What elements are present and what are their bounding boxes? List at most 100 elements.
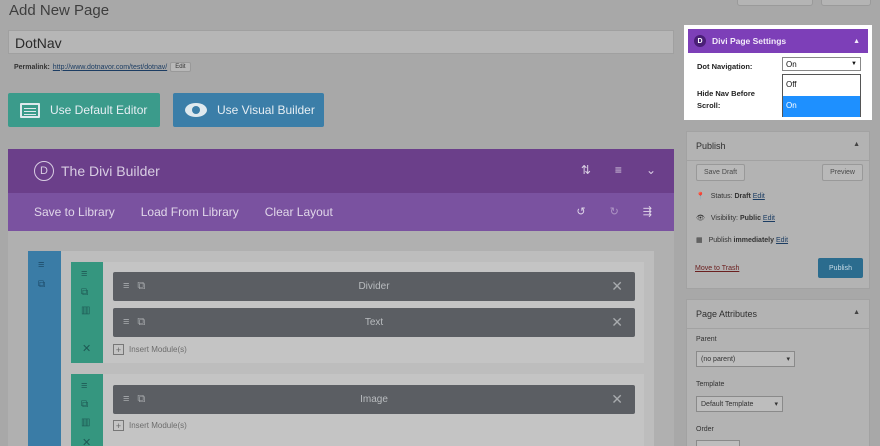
module-menu-icon[interactable]: ≡ xyxy=(123,393,129,406)
section-handle[interactable]: ≡ ⧉ xyxy=(28,251,61,446)
module-close-icon[interactable]: ✕ xyxy=(611,391,623,408)
status-line: 📍 Status: Draft Edit xyxy=(696,192,765,201)
option-off[interactable]: Off xyxy=(783,75,860,96)
title-input[interactable]: DotNav xyxy=(8,30,674,54)
visibility-value: Public xyxy=(739,214,761,222)
caret-up-icon[interactable]: ▲ xyxy=(853,309,860,319)
module-image[interactable]: ≡ ⧉ Image ✕ xyxy=(113,385,635,414)
parent-select[interactable]: (no parent) ▾ xyxy=(696,351,795,367)
default-editor-label: Use Default Editor xyxy=(50,103,148,117)
row-close-icon[interactable]: ✕ xyxy=(82,436,91,446)
status-edit-link[interactable]: Edit xyxy=(753,193,765,200)
module-close-icon[interactable]: ✕ xyxy=(611,314,623,331)
status-label: Status: xyxy=(710,192,733,200)
default-editor-button[interactable]: Use Default Editor xyxy=(8,93,160,127)
template-label: Template xyxy=(696,381,725,388)
row-columns-icon[interactable]: ▥ xyxy=(81,305,90,316)
redo-icon[interactable]: ↻ xyxy=(610,205,619,218)
row-close-icon[interactable]: ✕ xyxy=(82,342,91,355)
insert-module-label: Insert Module(s) xyxy=(129,421,187,430)
screen-options-button[interactable] xyxy=(737,0,813,6)
schedule-line: ▦ Publish immediately Edit xyxy=(696,236,788,245)
divi-page-settings: D Divi Page Settings ▲ Dot Navigation: O… xyxy=(684,25,872,120)
section-menu-icon[interactable]: ≡ xyxy=(38,259,44,271)
insert-module-button[interactable]: + Insert Module(s) xyxy=(113,344,187,355)
page-title: Add New Page xyxy=(9,2,110,19)
row-handle[interactable]: ≡ ⧉ ▥ ✕ xyxy=(71,262,103,363)
order-input[interactable] xyxy=(696,440,740,446)
publish-title: Publish xyxy=(696,141,726,151)
save-to-library-button[interactable]: Save to Library xyxy=(34,205,115,219)
eye-icon xyxy=(185,103,207,117)
visibility-label: Visibility: xyxy=(710,214,738,222)
help-button[interactable] xyxy=(821,0,871,6)
status-value: Draft xyxy=(734,192,751,200)
dot-navigation-value: On xyxy=(786,59,797,69)
undo-icon[interactable]: ↺ xyxy=(576,205,585,218)
calendar-icon: ▦ xyxy=(696,237,703,244)
chevron-down-icon[interactable]: ⌄ xyxy=(646,163,656,177)
eye-icon: 👁 xyxy=(696,215,705,222)
divi-settings-title: Divi Page Settings xyxy=(712,36,787,46)
builder-toolbar: Save to Library Load From Library Clear … xyxy=(8,193,674,231)
visibility-edit-link[interactable]: Edit xyxy=(763,215,775,222)
dropdown-arrow-icon: ▾ xyxy=(786,356,790,363)
visual-builder-button[interactable]: Use Visual Builder xyxy=(173,93,324,127)
permalink-link[interactable]: http://www.dotnavor.com/test/dotnav/ xyxy=(53,64,167,71)
module-text[interactable]: ≡ ⧉ Text ✕ xyxy=(113,308,635,337)
divi-logo-icon: D xyxy=(34,161,54,181)
module-duplicate-icon[interactable]: ⧉ xyxy=(137,393,145,406)
menu-icon[interactable]: ≡ xyxy=(615,163,622,177)
row-columns-icon[interactable]: ▥ xyxy=(81,417,90,428)
divi-logo-icon: D xyxy=(694,35,706,47)
template-select[interactable]: Default Template ▾ xyxy=(696,396,783,412)
insert-module-label: Insert Module(s) xyxy=(129,345,187,354)
section-duplicate-icon[interactable]: ⧉ xyxy=(38,279,45,290)
template-value: Default Template xyxy=(701,400,754,408)
module-duplicate-icon[interactable]: ⧉ xyxy=(137,316,145,329)
history-icon[interactable]: ⇶ xyxy=(643,205,652,218)
publish-button[interactable]: Publish xyxy=(818,258,863,278)
row-duplicate-icon[interactable]: ⧉ xyxy=(81,399,88,410)
publish-value: immediately xyxy=(733,236,775,244)
permalink-label: Permalink: xyxy=(14,63,50,71)
sort-arrows-icon[interactable]: ⇅ xyxy=(581,163,591,177)
module-menu-icon[interactable]: ≡ xyxy=(123,316,129,329)
clear-layout-button[interactable]: Clear Layout xyxy=(265,205,333,219)
load-from-library-button[interactable]: Load From Library xyxy=(141,205,239,219)
visual-builder-label: Use Visual Builder xyxy=(217,103,315,117)
caret-up-icon[interactable]: ▲ xyxy=(853,38,860,45)
dropdown-arrow-icon: ▾ xyxy=(774,401,778,408)
save-draft-button[interactable]: Save Draft xyxy=(696,164,746,181)
module-duplicate-icon[interactable]: ⧉ xyxy=(137,280,145,293)
builder-title: The Divi Builder xyxy=(61,163,160,179)
page-attributes-panel: Page Attributes ▲ Parent (no parent) ▾ T… xyxy=(686,299,870,446)
move-to-trash-link[interactable]: Move to Trash xyxy=(695,265,739,272)
dot-navigation-options: Off On xyxy=(782,74,861,117)
divi-settings-header[interactable]: D Divi Page Settings ▲ xyxy=(688,29,868,53)
row-menu-icon[interactable]: ≡ xyxy=(81,380,87,392)
permalink: Permalink: http://www.dotnavor.com/test/… xyxy=(14,62,191,72)
row-duplicate-icon[interactable]: ⧉ xyxy=(81,287,88,298)
attributes-title: Page Attributes xyxy=(696,309,758,319)
hide-nav-label: Hide Nav Before xyxy=(697,89,755,98)
row-menu-icon[interactable]: ≡ xyxy=(81,268,87,280)
parent-value: (no parent) xyxy=(701,355,736,363)
insert-module-button[interactable]: + Insert Module(s) xyxy=(113,420,187,431)
parent-label: Parent xyxy=(696,336,717,343)
permalink-edit-button[interactable]: Edit xyxy=(170,62,191,72)
preview-button[interactable]: Preview xyxy=(822,164,863,181)
caret-up-icon[interactable]: ▲ xyxy=(853,141,860,151)
option-on[interactable]: On xyxy=(783,96,860,117)
dot-navigation-label: Dot Navigation: xyxy=(697,62,753,71)
publish-panel: Publish ▲ Save Draft Preview 📍 Status: D… xyxy=(686,131,870,289)
dot-navigation-select[interactable]: On ▼ xyxy=(782,57,861,71)
hide-nav-label-scroll: Scroll: xyxy=(697,101,721,110)
publish-label: Publish xyxy=(708,236,732,244)
row-handle[interactable]: ≡ ⧉ ▥ ✕ xyxy=(71,374,103,446)
module-close-icon[interactable]: ✕ xyxy=(611,278,623,295)
pin-icon: 📍 xyxy=(696,193,705,200)
module-menu-icon[interactable]: ≡ xyxy=(123,280,129,293)
module-divider[interactable]: ≡ ⧉ Divider ✕ xyxy=(113,272,635,301)
schedule-edit-link[interactable]: Edit xyxy=(776,237,788,244)
